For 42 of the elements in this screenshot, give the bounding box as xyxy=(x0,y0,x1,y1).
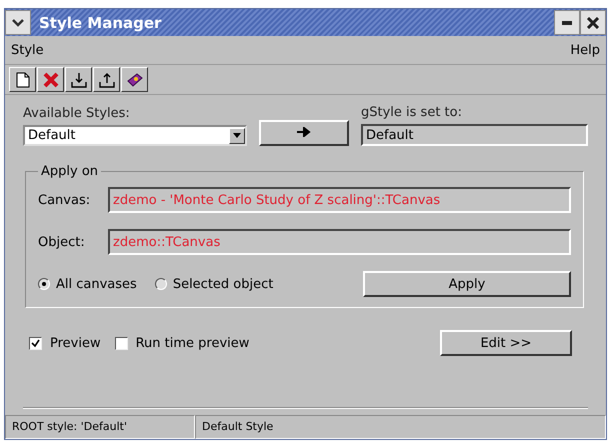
close-icon xyxy=(587,16,599,28)
checkbox-label: Run time preview xyxy=(136,336,250,350)
canvas-field: zdemo - 'Monte Carlo Study of Z scaling'::TCanvas xyxy=(108,187,571,213)
gstyle-field: Default xyxy=(361,124,588,146)
radio-button[interactable] xyxy=(38,278,50,290)
arrow-right-icon xyxy=(297,126,311,136)
tray-down-icon xyxy=(70,70,88,88)
toolbar-button[interactable] xyxy=(93,67,120,92)
field-label: Available Styles: xyxy=(23,106,131,121)
chevron-down-icon xyxy=(12,18,24,26)
group-title: Apply on xyxy=(40,164,100,179)
set-style-button[interactable] xyxy=(259,120,349,146)
object-field: zdemo::TCanvas xyxy=(108,229,571,255)
checkbox-label: Preview xyxy=(50,336,101,350)
tray-up-icon xyxy=(98,70,116,88)
field-label: gStyle is set to: xyxy=(361,105,463,120)
apply-button[interactable]: Apply xyxy=(363,271,571,297)
minimize-button[interactable] xyxy=(554,10,580,35)
window-title: Style Manager xyxy=(38,14,162,32)
menu-item[interactable]: Help xyxy=(570,42,600,58)
status-text: Default Style xyxy=(195,415,606,439)
checkbox[interactable] xyxy=(114,336,128,350)
radio-label: Selected object xyxy=(172,276,274,292)
toolbar-button[interactable] xyxy=(121,67,148,92)
style-dropdown[interactable]: Default xyxy=(23,125,247,146)
field-label: Canvas: xyxy=(38,192,92,208)
menu-item[interactable]: Style xyxy=(11,42,44,58)
minimize-icon xyxy=(562,20,572,24)
delete-icon xyxy=(42,70,60,88)
checkbox[interactable] xyxy=(29,336,42,350)
dropdown-arrow-icon xyxy=(233,133,241,138)
toolbar-button[interactable] xyxy=(9,67,36,92)
toolbar-button[interactable] xyxy=(65,67,92,92)
radio-button[interactable] xyxy=(154,278,167,290)
new-document-icon xyxy=(14,70,32,88)
radio-label: All canvases xyxy=(56,276,137,292)
window-menu-button[interactable] xyxy=(5,10,31,35)
toolbar-button[interactable] xyxy=(37,67,64,92)
edit-button[interactable]: Edit >> xyxy=(440,330,572,356)
close-button[interactable] xyxy=(580,10,606,35)
field-label: Object: xyxy=(38,234,86,250)
status-text: ROOT style: 'Default' xyxy=(5,415,195,439)
